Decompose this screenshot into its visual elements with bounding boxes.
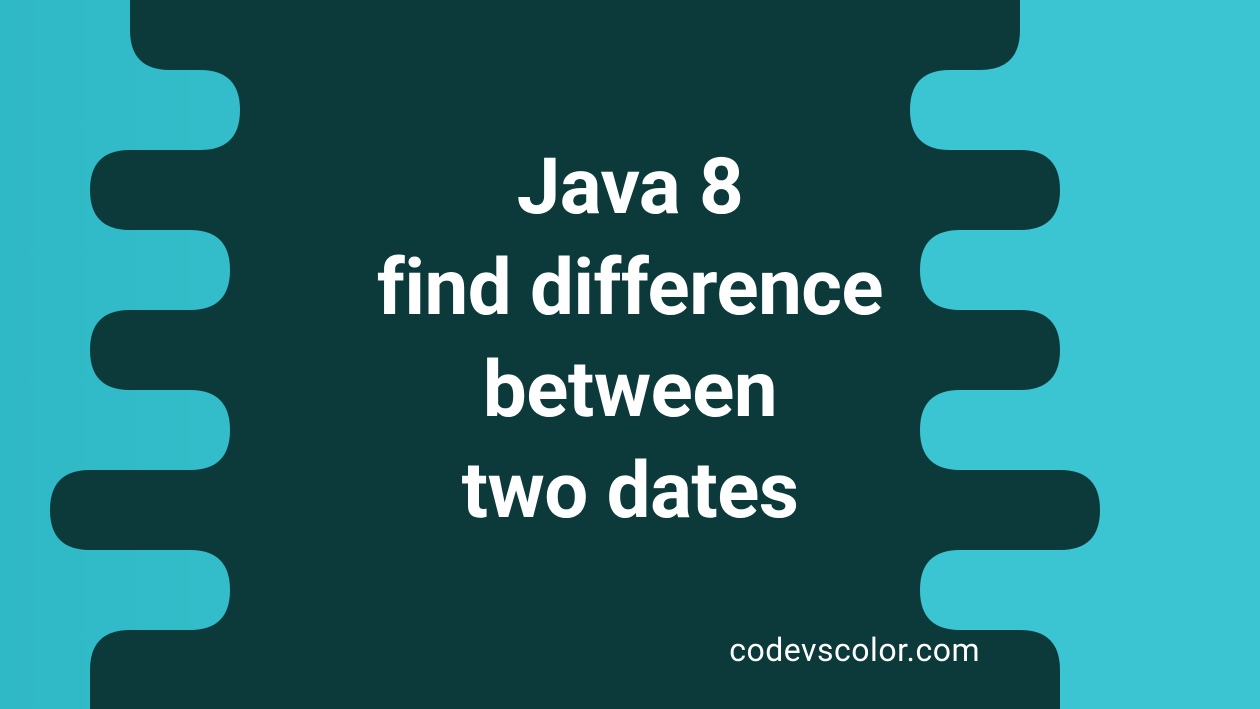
hero-banner: Java 8 find difference between two dates… <box>0 0 1260 709</box>
title-line-1: Java 8 <box>517 142 744 233</box>
attribution-text: codevscolor.com <box>729 631 980 669</box>
title-line-3: between <box>483 345 777 436</box>
banner-title: Java 8 find difference between two dates <box>60 137 1200 543</box>
title-line-4: two dates <box>462 446 799 537</box>
banner-content: Java 8 find difference between two dates <box>0 167 1260 543</box>
title-line-2: find difference <box>377 243 883 334</box>
